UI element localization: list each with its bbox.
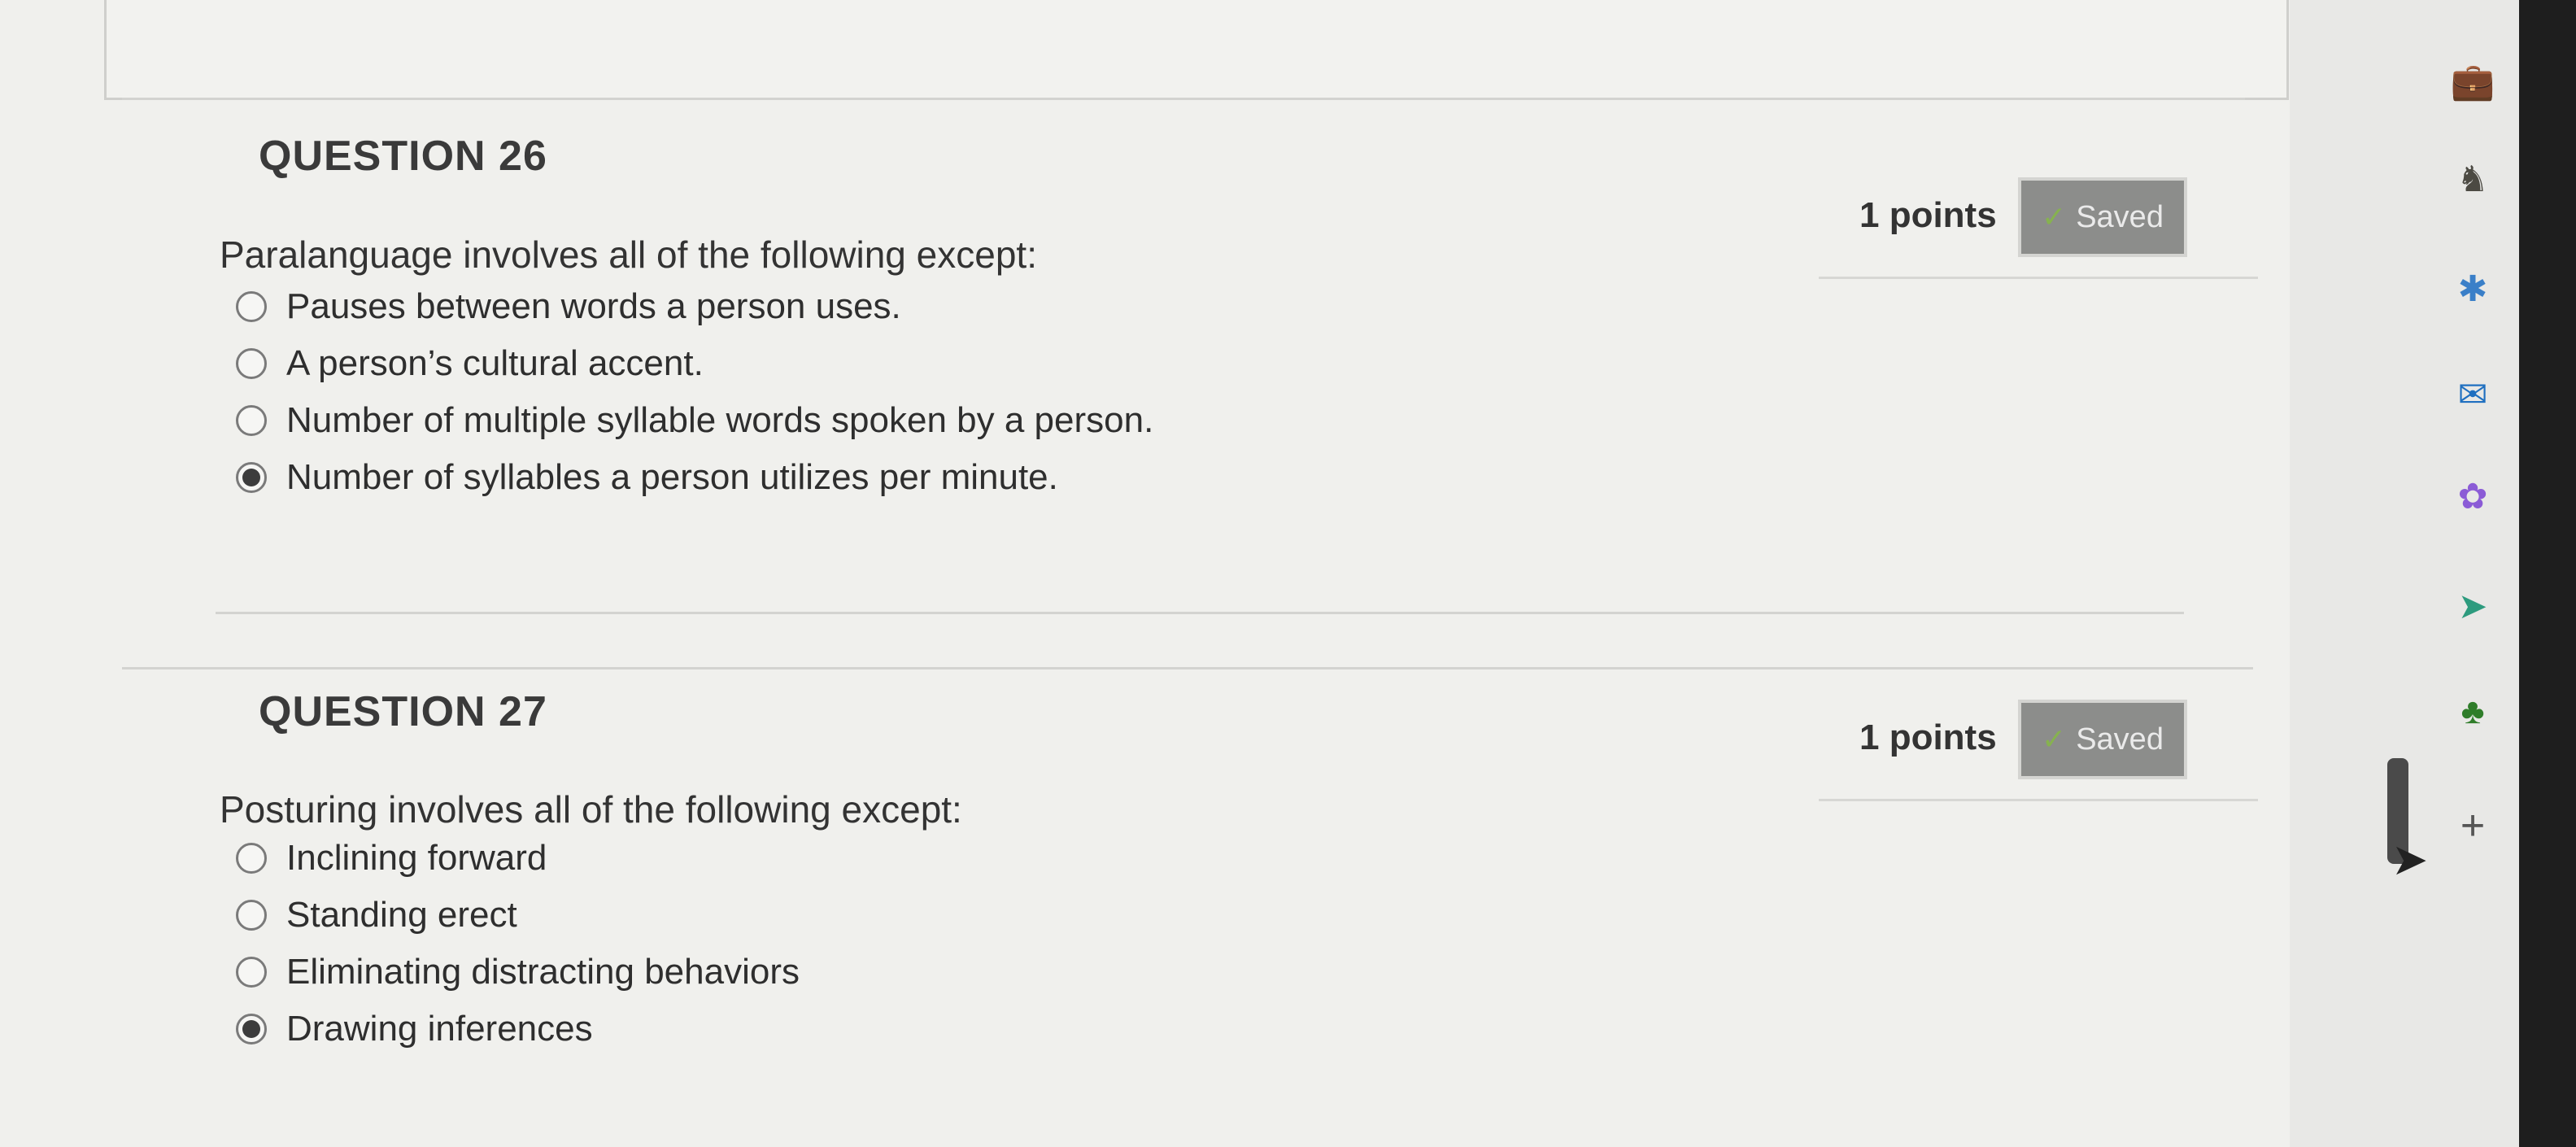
radio-button[interactable]	[236, 843, 267, 874]
radio-button-selected[interactable]	[236, 1014, 267, 1045]
saved-label: Saved	[2076, 199, 2164, 234]
points-label: 1 points	[1859, 717, 1997, 757]
points-panel: 1 points ✓ Saved	[1819, 693, 2258, 801]
divider	[122, 667, 2253, 669]
answer-option[interactable]: Number of syllables a person utilizes pe…	[236, 457, 1058, 498]
radio-button[interactable]	[236, 900, 267, 931]
answer-option[interactable]: Standing erect	[236, 895, 517, 935]
page-content: QUESTION 26 1 points ✓ Saved Paralanguag…	[0, 0, 2290, 1147]
option-label[interactable]: Inclining forward	[286, 838, 547, 879]
divider	[122, 98, 2245, 100]
radio-button[interactable]	[236, 957, 267, 988]
tree-icon[interactable]: ♣	[2448, 687, 2497, 736]
answer-option[interactable]: Drawing inferences	[236, 1009, 593, 1049]
chess-icon[interactable]: ♞	[2448, 155, 2497, 203]
question-prompt: Posturing involves all of the following …	[220, 788, 962, 831]
question-title: QUESTION 26	[259, 133, 547, 180]
answer-option[interactable]: A person’s cultural accent.	[236, 343, 704, 384]
answer-option[interactable]: Number of multiple syllable words spoken…	[236, 400, 1153, 441]
option-label[interactable]: A person’s cultural accent.	[286, 343, 704, 384]
radio-button[interactable]	[236, 405, 267, 436]
games-icon[interactable]: ✿	[2448, 472, 2497, 521]
radio-button[interactable]	[236, 291, 267, 322]
option-label[interactable]: Standing erect	[286, 895, 517, 935]
saved-badge: ✓ Saved	[2018, 177, 2187, 257]
add-icon[interactable]: +	[2448, 801, 2497, 850]
send-icon[interactable]: ➤	[2448, 582, 2497, 630]
points-label: 1 points	[1859, 195, 1997, 235]
browser-sidebar	[2290, 0, 2576, 1147]
check-icon: ✓	[2042, 200, 2067, 233]
divider	[216, 612, 2184, 614]
check-icon: ✓	[2042, 722, 2067, 756]
previous-question-box	[104, 0, 2289, 100]
answer-option[interactable]: Eliminating distracting behaviors	[236, 952, 800, 992]
saved-label: Saved	[2076, 722, 2164, 757]
screen-edge	[2519, 0, 2576, 1147]
option-label[interactable]: Pauses between words a person uses.	[286, 286, 901, 327]
question-title: QUESTION 27	[259, 688, 547, 735]
outlook-icon[interactable]: ✉	[2448, 370, 2497, 419]
radio-button[interactable]	[236, 348, 267, 379]
saved-badge: ✓ Saved	[2018, 700, 2187, 779]
option-label[interactable]: Number of multiple syllable words spoken…	[286, 400, 1153, 441]
question-prompt: Paralanguage involves all of the followi…	[220, 233, 1037, 276]
radio-button-selected[interactable]	[236, 462, 267, 493]
mouse-cursor-icon: ➤	[2391, 835, 2429, 884]
option-label[interactable]: Number of syllables a person utilizes pe…	[286, 457, 1058, 498]
option-label[interactable]: Eliminating distracting behaviors	[286, 952, 800, 992]
answer-option[interactable]: Pauses between words a person uses.	[236, 286, 901, 327]
copilot-icon[interactable]: ✱	[2448, 264, 2497, 313]
points-panel: 1 points ✓ Saved	[1819, 171, 2258, 279]
briefcase-icon[interactable]: 💼	[2448, 57, 2497, 106]
option-label[interactable]: Drawing inferences	[286, 1009, 593, 1049]
answer-option[interactable]: Inclining forward	[236, 838, 547, 879]
